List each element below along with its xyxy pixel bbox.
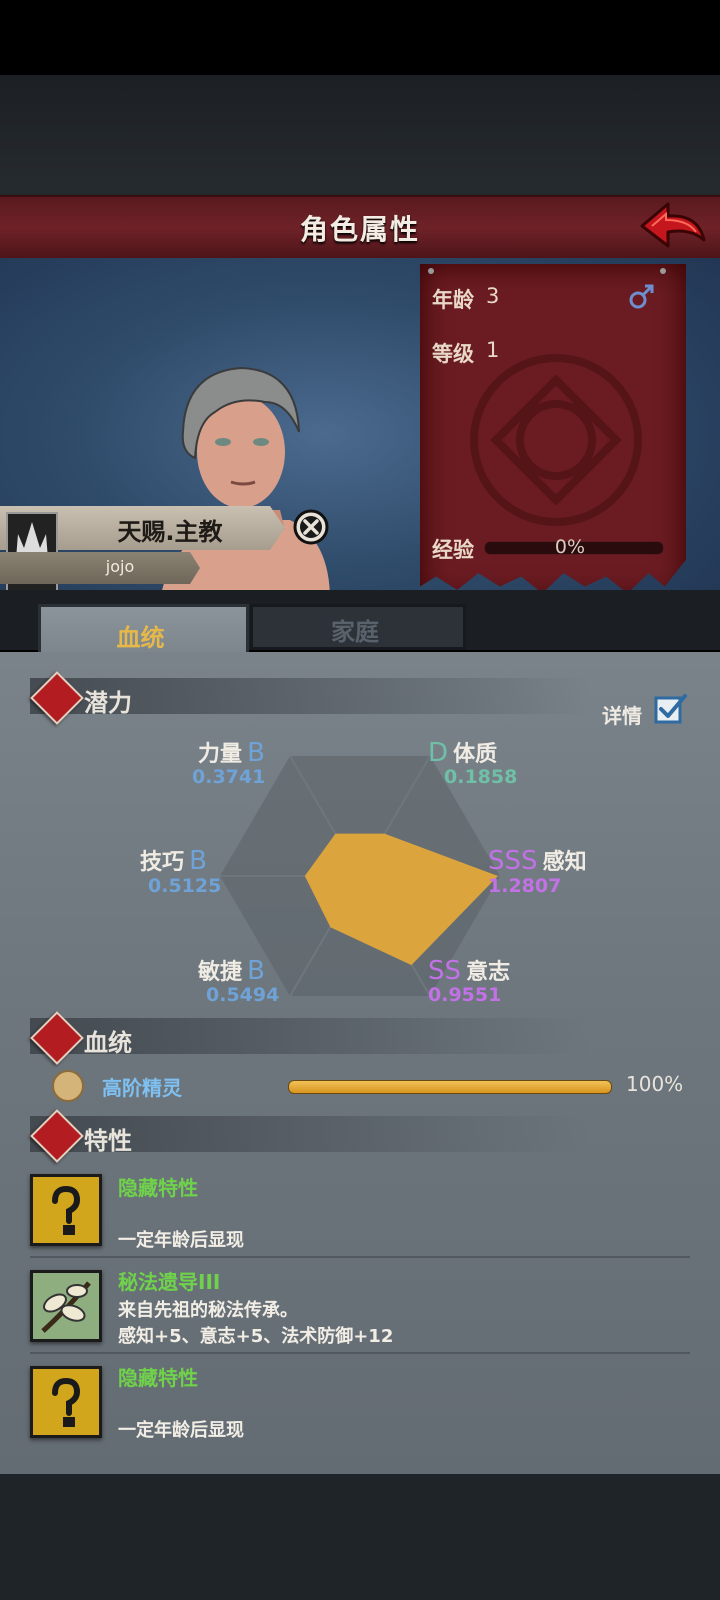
exp-label: 经验 — [432, 538, 474, 562]
trait-item[interactable] — [30, 1366, 102, 1438]
level-value: 1 — [486, 338, 500, 362]
attr-name: 力量 — [198, 742, 243, 767]
tab-family-label: 家庭 — [331, 618, 379, 646]
exp-value: 0% — [554, 536, 586, 558]
bloodline-title: 血统 — [84, 1029, 132, 1057]
attr-strength: 力量 B — [198, 736, 265, 768]
close-button[interactable] — [292, 508, 330, 546]
attr-value: 0.3741 — [192, 766, 266, 788]
attr-name: 体质 — [453, 742, 498, 767]
bloodline-percent: 100% — [626, 1072, 684, 1096]
checkbox-checked-icon — [654, 694, 687, 724]
detail-checkbox[interactable] — [654, 692, 687, 724]
traits-title: 特性 — [84, 1127, 132, 1155]
divider — [30, 1352, 690, 1354]
close-icon — [293, 509, 329, 545]
attr-agility: 敏捷 B — [198, 954, 265, 986]
trait-name: 隐藏特性 — [118, 1366, 198, 1390]
question-mark-icon — [52, 1377, 81, 1427]
attr-value: 0.5125 — [148, 875, 222, 897]
age-label: 年龄 — [432, 288, 474, 312]
character-portrait — [181, 366, 300, 508]
trait-description: 一定年龄后显现 — [118, 1230, 244, 1251]
rivet — [660, 268, 666, 274]
status-bar — [0, 0, 720, 75]
back-arrow-icon — [640, 202, 706, 248]
level-label: 等级 — [432, 342, 474, 366]
rivet — [428, 268, 434, 274]
attr-value: 0.9551 — [428, 984, 502, 1006]
bloodline-progress-bar — [288, 1080, 612, 1094]
attr-constitution: D 体质 — [428, 736, 497, 768]
trait-name: 隐藏特性 — [118, 1176, 198, 1200]
trait-item[interactable] — [30, 1270, 102, 1342]
back-button[interactable] — [638, 200, 708, 252]
attr-value: 0.1858 — [444, 766, 518, 788]
trait-name: 秘法遗导III — [118, 1270, 221, 1294]
attr-skill: 技巧 B — [140, 844, 207, 876]
question-mark-icon — [52, 1185, 81, 1235]
bottom-backdrop — [0, 1474, 720, 1600]
attr-grade: B — [189, 846, 207, 876]
male-icon — [626, 282, 656, 316]
bloodline-name: 高阶精灵 — [102, 1076, 182, 1100]
attr-grade: B — [247, 738, 265, 768]
attr-grade: SS — [428, 956, 462, 986]
character-title: 天赐.主教 — [117, 518, 223, 546]
branch-icon — [41, 1281, 91, 1333]
celtic-knot-emblem — [470, 354, 642, 526]
attr-grade: B — [247, 956, 265, 986]
age-value: 3 — [486, 284, 500, 308]
top-backdrop — [0, 75, 720, 195]
bloodline-emblem-icon — [52, 1070, 84, 1102]
attr-name: 意志 — [466, 960, 511, 985]
attr-grade: SSS — [488, 846, 538, 876]
trait-item[interactable] — [30, 1174, 102, 1246]
attr-value: 1.2807 — [488, 875, 562, 897]
detail-label: 详情 — [602, 704, 642, 728]
attr-value: 0.5494 — [206, 984, 280, 1006]
attr-will: SS 意志 — [428, 954, 510, 986]
attr-grade: D — [428, 738, 449, 768]
trait-effect: 感知+5、意志+5、法术防御+12 — [118, 1326, 394, 1347]
potential-title: 潜力 — [84, 689, 132, 717]
attr-name: 敏捷 — [198, 960, 243, 985]
trait-description: 一定年龄后显现 — [118, 1420, 244, 1441]
trait-description: 来自先祖的秘法传承。 — [118, 1300, 298, 1321]
attr-name: 感知 — [542, 850, 587, 875]
divider — [30, 1256, 690, 1258]
page-title: 角色属性 — [299, 213, 420, 246]
character-name: jojo — [105, 557, 135, 576]
attr-name: 技巧 — [140, 850, 185, 875]
attr-perception: SSS 感知 — [488, 844, 587, 876]
tab-bloodline-label: 血统 — [116, 624, 165, 652]
